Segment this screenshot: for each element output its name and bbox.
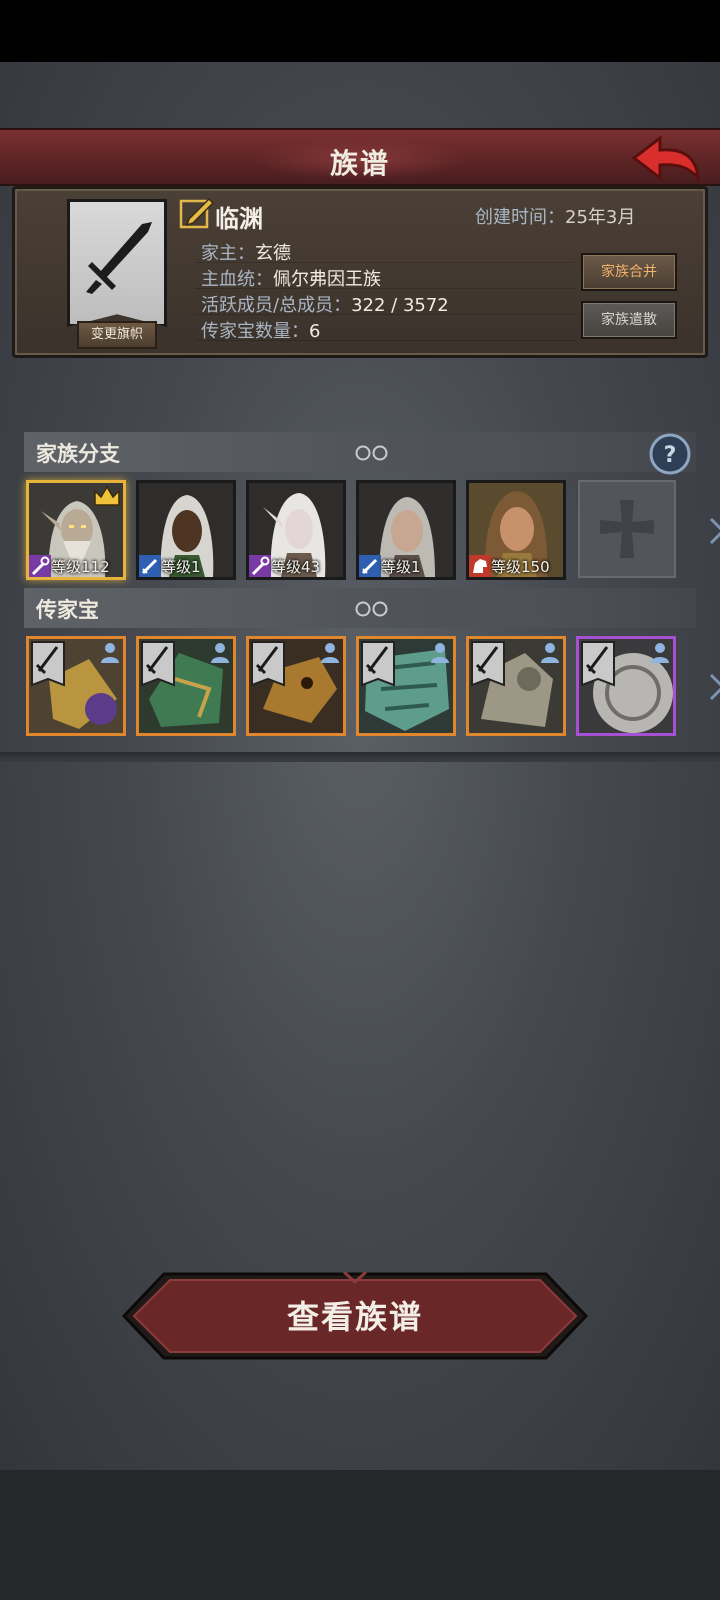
members-row: 活跃成员/总成员：322 / 3572: [201, 293, 449, 319]
banner-sword-icon: [361, 641, 395, 687]
person-icon: [651, 643, 669, 663]
created-label: 创建时间：: [475, 207, 565, 228]
branch-member-card[interactable]: 等级1: [356, 480, 456, 580]
heirlooms-header: 传家宝: [24, 588, 696, 628]
heirloom-card[interactable]: [576, 636, 676, 736]
person-icon: [431, 643, 449, 663]
family-banner: 变更旗帜: [67, 199, 167, 349]
sword-icon: [139, 555, 161, 577]
branch-member-card[interactable]: 等级1: [136, 480, 236, 580]
sword-icon: [359, 555, 381, 577]
members-label: 活跃成员/总成员：: [201, 295, 352, 316]
banner-flag: [67, 199, 167, 327]
heirloom-card[interactable]: [466, 636, 566, 736]
leader-value: 玄德: [255, 243, 291, 264]
view-family-tree-button[interactable]: 查看族谱: [120, 1270, 590, 1362]
heirloom-count-row: 传家宝数量：6: [201, 319, 449, 345]
pager-dots-icon: [355, 445, 388, 461]
branch-member-card[interactable]: 等级112: [26, 480, 126, 580]
banner-sword-icon: [31, 641, 65, 687]
family-name: 临渊: [215, 205, 263, 233]
banner-sword-icon: [471, 641, 505, 687]
branch-member-card[interactable]: 等级43: [246, 480, 346, 580]
edit-name-icon[interactable]: [179, 195, 215, 229]
branches-title: 家族分支: [36, 442, 120, 466]
leader-label: 家主：: [201, 243, 255, 264]
empty-member-slot[interactable]: [578, 480, 676, 578]
bottom-bar: [0, 1470, 720, 1600]
pager-dots-icon: [355, 601, 388, 617]
heirloom-count-label: 传家宝数量：: [201, 321, 309, 342]
branches-row: 等级112 等级1 等级43 等级1 等级150: [26, 480, 720, 584]
cross-icon: [600, 500, 654, 558]
page-title: 族谱: [329, 147, 390, 180]
chevron-right-icon[interactable]: [708, 672, 720, 702]
disband-family-button[interactable]: 家族遣散: [581, 301, 677, 339]
member-level: 等级1: [381, 558, 421, 576]
staff-icon: [249, 555, 271, 577]
member-level: 等级150: [491, 558, 550, 576]
heirloom-card[interactable]: [136, 636, 236, 736]
created-time: 创建时间：25年3月: [475, 203, 635, 229]
family-details: 家主：玄德 主血统：佩尔弗因王族 活跃成员/总成员：322 / 3572 传家宝…: [201, 241, 449, 345]
chevron-right-icon[interactable]: [708, 516, 720, 546]
banner-sword-icon: [141, 641, 175, 687]
staff-icon: [29, 555, 51, 577]
banner-sword-icon: [251, 641, 285, 687]
banner-sword-icon: [581, 641, 615, 687]
svg-text:?: ?: [664, 443, 677, 468]
beast-icon: [469, 555, 491, 577]
heirloom-card[interactable]: [246, 636, 346, 736]
back-button[interactable]: [630, 134, 702, 184]
help-icon[interactable]: ?: [648, 432, 692, 476]
person-icon: [321, 643, 339, 663]
person-icon: [211, 643, 229, 663]
branch-member-card[interactable]: 等级150: [466, 480, 566, 580]
heirlooms-title: 传家宝: [36, 598, 99, 622]
members-value: 322 / 3572: [351, 295, 449, 316]
bloodline-label: 主血统：: [201, 269, 273, 290]
view-family-tree-label: 查看族谱: [286, 1298, 423, 1336]
heirloom-card[interactable]: [26, 636, 126, 736]
member-level: 等级1: [161, 558, 201, 576]
bloodline-value: 佩尔弗因王族: [273, 269, 381, 290]
section-divider: [0, 752, 720, 762]
heirlooms-row: [26, 636, 720, 740]
back-arrow-icon: [631, 134, 700, 183]
branches-header: 家族分支 ?: [24, 432, 696, 475]
person-icon: [101, 643, 119, 663]
heirloom-count-value: 6: [309, 321, 321, 342]
member-level: 等级43: [271, 558, 321, 576]
title-bar: 族谱: [0, 128, 720, 186]
person-icon: [541, 643, 559, 663]
sword-icon: [86, 222, 152, 294]
leader-row: 家主：玄德: [201, 241, 449, 267]
created-value: 25年3月: [565, 207, 636, 228]
bloodline-row: 主血统：佩尔弗因王族: [201, 267, 449, 293]
merge-family-button[interactable]: 家族合并: [581, 253, 677, 291]
heirloom-card[interactable]: [356, 636, 456, 736]
crown-icon: [94, 485, 120, 506]
change-banner-button[interactable]: 变更旗帜: [77, 321, 157, 349]
family-info-panel: 变更旗帜 临渊 创建时间：25年3月 家主：玄德 主血统：佩尔弗因王族 活跃成员…: [12, 186, 708, 358]
member-level: 等级112: [51, 558, 110, 576]
